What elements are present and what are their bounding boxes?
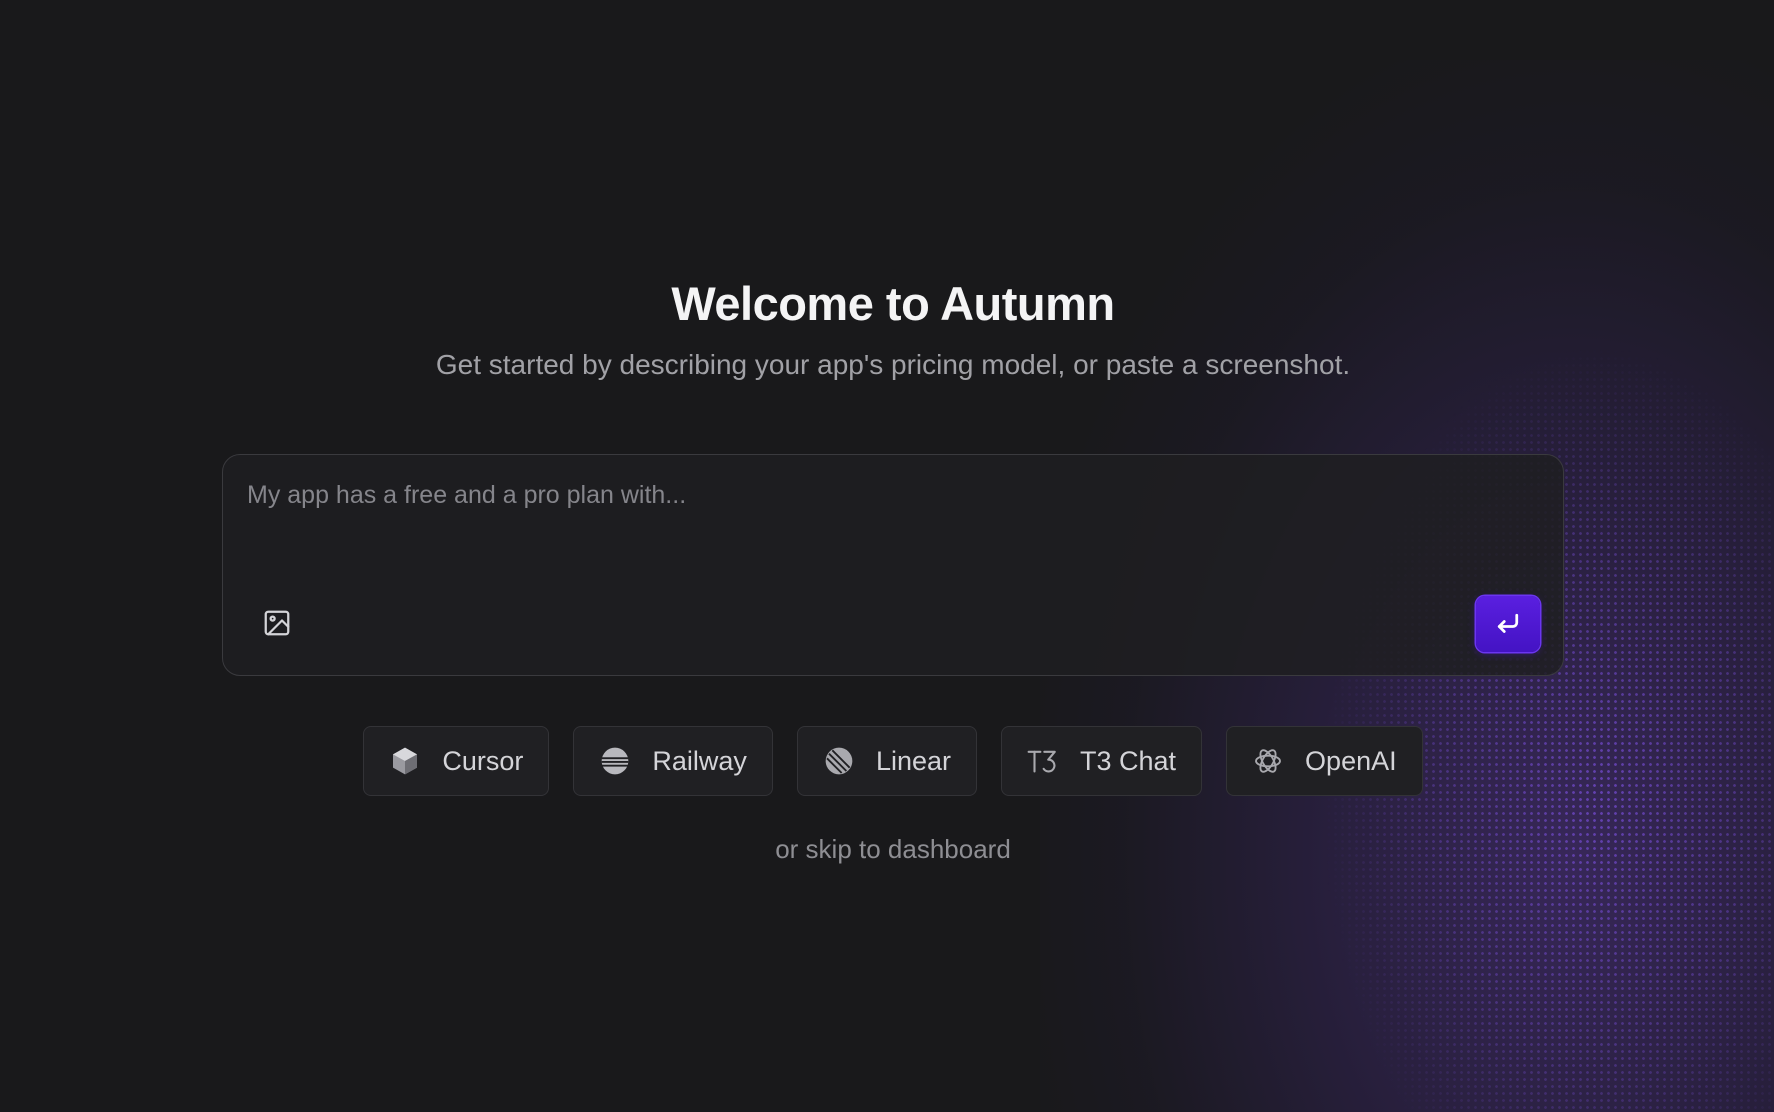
example-chip-label: OpenAI: [1305, 745, 1397, 776]
page-subtitle: Get started by describing your app's pri…: [435, 349, 1351, 380]
example-chip-label: T3 Chat: [1080, 745, 1177, 776]
example-chip-cursor[interactable]: Cursor: [363, 726, 550, 796]
openai-logo-icon: [1251, 744, 1285, 778]
example-chip-linear[interactable]: Linear: [796, 726, 977, 796]
skip-to-dashboard-link[interactable]: or skip to dashboard: [0, 834, 1774, 865]
cursor-logo-icon: [388, 744, 422, 778]
attach-image-button[interactable]: [261, 607, 293, 639]
example-chip-railway[interactable]: Railway: [573, 726, 773, 796]
image-icon: [264, 610, 290, 636]
example-chip-label: Linear: [875, 745, 951, 776]
onboarding-page: Welcome to Autumn Get started by describ…: [0, 0, 1774, 1112]
example-company-list: Cursor Railway Linear T3 Chat OpenAI: [0, 726, 1774, 796]
enter-arrow-icon: [1497, 613, 1519, 633]
pricing-prompt-box: [222, 454, 1564, 676]
example-chip-openai[interactable]: OpenAI: [1226, 726, 1423, 796]
pricing-prompt-input[interactable]: [247, 481, 1527, 541]
example-chip-label: Cursor: [442, 745, 524, 776]
t3-logo-icon: [1026, 744, 1060, 778]
submit-button[interactable]: [1476, 596, 1540, 652]
linear-logo-icon: [822, 744, 856, 778]
example-chip-label: Railway: [652, 745, 747, 776]
page-title: Welcome to Autumn: [671, 277, 1115, 330]
railway-logo-icon: [598, 744, 632, 778]
example-chip-t3-chat[interactable]: T3 Chat: [1001, 726, 1203, 796]
